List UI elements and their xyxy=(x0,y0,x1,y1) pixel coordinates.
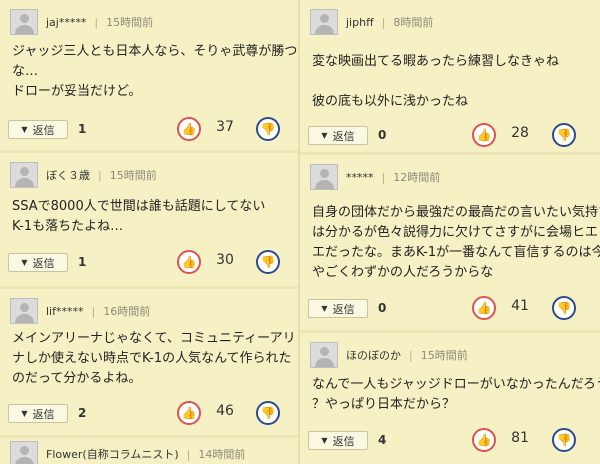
thumbs-down-icon[interactable]: 👎 xyxy=(256,250,280,274)
reply-button[interactable]: ▼ 返信 xyxy=(8,253,68,272)
comment-card: lif***** | 16時間前 メインアリーナじゃなくて、コミュニティーアリ … xyxy=(0,289,298,435)
comment-header: jaj***** | 15時間前 xyxy=(10,8,153,36)
comment-card: ぼく３歳 | 15時間前 SSAで8000人で世間は誰も話題にしてない K-1も… xyxy=(0,153,298,286)
thumbs-up-icon[interactable]: 👍 xyxy=(472,296,496,320)
default-avatar-icon[interactable] xyxy=(10,9,38,35)
triangle-down-icon: ▼ xyxy=(321,131,328,140)
reply-count: 2 xyxy=(78,406,87,420)
like-count: 41 xyxy=(511,298,529,314)
thumbs-down-icon[interactable]: 👎 xyxy=(552,123,576,147)
reply-button[interactable]: ▼ 返信 xyxy=(308,299,368,318)
comment-username[interactable]: ほのぼのか xyxy=(346,347,401,363)
comment-username[interactable]: lif***** xyxy=(46,305,84,318)
reply-count: 1 xyxy=(78,255,87,269)
default-avatar-icon[interactable] xyxy=(310,342,338,368)
comment-timestamp: 15時間前 xyxy=(109,169,157,182)
comment-card: jaj***** | 15時間前 ジャッジ三人とも日本人なら、そりゃ武尊が勝つ … xyxy=(0,0,298,150)
comment-header: ***** | 12時間前 xyxy=(310,163,440,191)
comment-body: 自身の団体だから最強だの最高だの言いたい気持ち は分かるが色々説得力に欠けてさす… xyxy=(312,205,600,280)
comment-timestamp: 12時間前 xyxy=(393,171,441,184)
thumbs-down-icon[interactable]: 👎 xyxy=(552,428,576,452)
triangle-down-icon: ▼ xyxy=(321,304,328,313)
comment-header: jiphff | 8時間前 xyxy=(310,8,433,36)
like-count: 30 xyxy=(216,252,234,268)
reply-count: 4 xyxy=(378,433,387,447)
comment-body: メインアリーナじゃなくて、コミュニティーアリ ナしか使えない時点でK-1の人気な… xyxy=(12,331,296,386)
comment-timestamp: 8時間前 xyxy=(393,16,434,29)
comment-body: 変な映画出てる暇あったら練習しなきゃね 彼の底も以外に浅かったね xyxy=(312,54,560,109)
comment-username[interactable]: ぼく３歳 xyxy=(46,167,90,183)
reply-button[interactable]: ▼ 返信 xyxy=(8,120,68,139)
reply-button[interactable]: ▼ 返信 xyxy=(308,126,368,145)
thumbs-up-icon[interactable]: 👍 xyxy=(177,250,201,274)
default-avatar-icon[interactable] xyxy=(10,441,38,464)
comment-timestamp: 15時間前 xyxy=(106,16,154,29)
reply-count: 1 xyxy=(78,122,87,136)
thumbs-up-icon[interactable]: 👍 xyxy=(177,401,201,425)
reply-button[interactable]: ▼ 返信 xyxy=(8,404,68,423)
comment-timestamp: 16時間前 xyxy=(103,305,151,318)
right-comment-column: jiphff | 8時間前 変な映画出てる暇あったら練習しなきゃね 彼の底も以外… xyxy=(298,0,600,464)
comment-username[interactable]: ***** xyxy=(346,171,374,184)
triangle-down-icon: ▼ xyxy=(321,436,328,445)
like-count: 81 xyxy=(511,430,529,446)
thumbs-down-icon[interactable]: 👎 xyxy=(256,401,280,425)
triangle-down-icon: ▼ xyxy=(21,258,28,267)
comment-card: ほのぼのか | 15時間前 なんで一人もジャッジドローがいなかったんだろう ？や… xyxy=(300,333,600,464)
comment-body: なんで一人もジャッジドローがいなかったんだろう ？やっぱり日本だから？ xyxy=(312,377,600,412)
comment-card: Flower(自称コラムニスト) | 14時間前 xyxy=(0,438,298,464)
thumbs-down-icon[interactable]: 👎 xyxy=(256,117,280,141)
comment-header: ぼく３歳 | 15時間前 xyxy=(10,161,157,189)
comment-timestamp: 15時間前 xyxy=(420,349,468,362)
comment-username[interactable]: jaj***** xyxy=(46,16,86,29)
triangle-down-icon: ▼ xyxy=(21,409,28,418)
thumbs-up-icon[interactable]: 👍 xyxy=(472,123,496,147)
comment-username[interactable]: jiphff xyxy=(346,16,374,29)
comment-card: jiphff | 8時間前 変な映画出てる暇あったら練習しなきゃね 彼の底も以外… xyxy=(300,0,600,152)
reply-count: 0 xyxy=(378,301,387,315)
default-avatar-icon[interactable] xyxy=(310,9,338,35)
comment-header: ほのぼのか | 15時間前 xyxy=(310,341,468,369)
like-count: 37 xyxy=(216,119,234,135)
comment-header: Flower(自称コラムニスト) | 14時間前 xyxy=(10,440,245,464)
triangle-down-icon: ▼ xyxy=(21,125,28,134)
like-count: 46 xyxy=(216,403,234,419)
default-avatar-icon[interactable] xyxy=(10,298,38,324)
thumbs-down-icon[interactable]: 👎 xyxy=(552,296,576,320)
comment-body: ジャッジ三人とも日本人なら、そりゃ武尊が勝つ な… ドローが妥当だけど。 xyxy=(12,44,298,99)
like-count: 28 xyxy=(511,125,529,141)
reply-count: 0 xyxy=(378,128,387,142)
reply-button[interactable]: ▼ 返信 xyxy=(308,431,368,450)
comment-header: lif***** | 16時間前 xyxy=(10,297,150,325)
comment-timestamp: 14時間前 xyxy=(198,448,246,461)
default-avatar-icon[interactable] xyxy=(310,164,338,190)
comment-card: ***** | 12時間前 自身の団体だから最強だの最高だの言いたい気持ち は分… xyxy=(300,155,600,330)
comment-body: SSAで8000人で世間は誰も話題にしてない K-1も落ちたよね… xyxy=(12,199,266,234)
default-avatar-icon[interactable] xyxy=(10,162,38,188)
comment-username[interactable]: Flower(自称コラムニスト) xyxy=(46,446,179,462)
thumbs-up-icon[interactable]: 👍 xyxy=(472,428,496,452)
thumbs-up-icon[interactable]: 👍 xyxy=(177,117,201,141)
